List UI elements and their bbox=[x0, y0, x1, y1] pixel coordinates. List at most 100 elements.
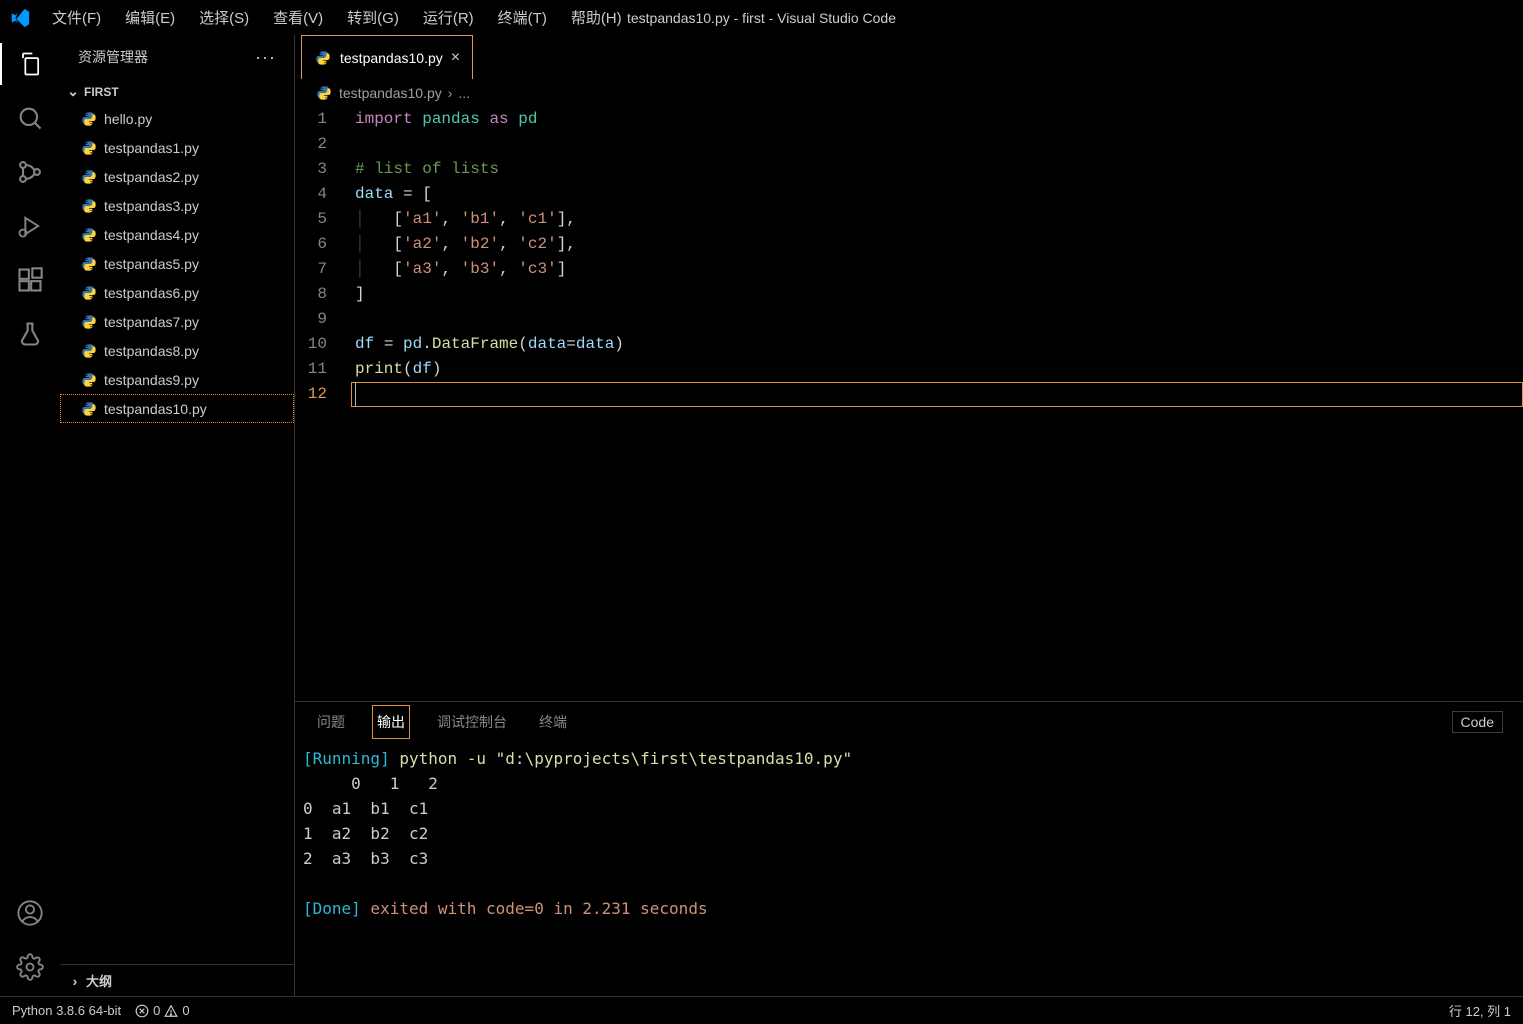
python-file-icon bbox=[80, 284, 98, 302]
output-row: 2 a3 b3 c3 bbox=[303, 846, 1515, 871]
file-item[interactable]: hello.py bbox=[60, 104, 294, 133]
panel-tab-debug[interactable]: 调试控制台 bbox=[435, 708, 509, 736]
file-name: testpandas10.py bbox=[104, 401, 207, 417]
status-errors-count: 0 bbox=[153, 1003, 160, 1018]
panel-tab-problems[interactable]: 问题 bbox=[315, 708, 347, 736]
breadcrumb-file: testpandas10.py bbox=[339, 85, 442, 101]
output-channel-dropdown[interactable]: Code bbox=[1452, 711, 1503, 733]
output-done-msg: exited with code=0 in 2.231 seconds bbox=[361, 899, 708, 918]
menu-view[interactable]: 查看(V) bbox=[263, 3, 333, 32]
breadcrumb-sep: › bbox=[448, 85, 453, 101]
sidebar-folder-name: FIRST bbox=[84, 85, 119, 99]
chevron-right-icon: › bbox=[68, 973, 82, 989]
explorer-sidebar: 资源管理器 ··· ⌄ FIRST hello.py testpandas1.py… bbox=[60, 35, 295, 996]
file-name: testpandas1.py bbox=[104, 140, 199, 156]
output-body[interactable]: [Running] python -u "d:\pyprojects\first… bbox=[295, 742, 1523, 996]
python-file-icon bbox=[80, 226, 98, 244]
output-running-label: [Running] bbox=[303, 749, 390, 768]
python-file-icon bbox=[80, 371, 98, 389]
python-file-icon bbox=[80, 255, 98, 273]
menu-go[interactable]: 转到(G) bbox=[337, 3, 409, 32]
explorer-icon[interactable] bbox=[13, 47, 47, 81]
editor-area: testpandas10.py × testpandas10.py › ... … bbox=[295, 35, 1523, 996]
menu-edit[interactable]: 编辑(E) bbox=[115, 3, 185, 32]
file-name: testpandas8.py bbox=[104, 343, 199, 359]
file-name: testpandas2.py bbox=[104, 169, 199, 185]
activity-bar bbox=[0, 35, 60, 996]
file-item[interactable]: testpandas8.py bbox=[60, 336, 294, 365]
close-icon[interactable]: × bbox=[451, 49, 460, 67]
run-debug-icon[interactable] bbox=[13, 209, 47, 243]
output-header-row: 0 1 2 bbox=[303, 774, 438, 793]
file-item[interactable]: testpandas5.py bbox=[60, 249, 294, 278]
python-file-icon bbox=[80, 342, 98, 360]
breadcrumb[interactable]: testpandas10.py › ... bbox=[295, 79, 1523, 107]
file-item[interactable]: testpandas9.py bbox=[60, 365, 294, 394]
status-python[interactable]: Python 3.8.6 64-bit bbox=[12, 1003, 121, 1018]
output-running-cmd: python -u "d:\pyprojects\first\testpanda… bbox=[390, 749, 852, 768]
menu-help[interactable]: 帮助(H) bbox=[561, 3, 632, 32]
file-item[interactable]: testpandas6.py bbox=[60, 278, 294, 307]
status-bar: Python 3.8.6 64-bit 0 0 行 12, 列 1 bbox=[0, 996, 1523, 1024]
testing-icon[interactable] bbox=[13, 317, 47, 351]
file-name: testpandas3.py bbox=[104, 198, 199, 214]
python-file-icon bbox=[80, 400, 98, 418]
panel-tabs: 问题 输出 调试控制台 终端 Code bbox=[295, 702, 1523, 742]
sidebar-header: 资源管理器 ··· bbox=[60, 35, 294, 79]
output-done-label: [Done] bbox=[303, 899, 361, 918]
file-item[interactable]: testpandas2.py bbox=[60, 162, 294, 191]
file-item[interactable]: testpandas3.py bbox=[60, 191, 294, 220]
file-name: testpandas7.py bbox=[104, 314, 199, 330]
account-icon[interactable] bbox=[13, 896, 47, 930]
status-cursor-position[interactable]: 行 12, 列 1 bbox=[1449, 1001, 1511, 1020]
editor-tabs: testpandas10.py × bbox=[295, 35, 1523, 79]
file-item[interactable]: testpandas7.py bbox=[60, 307, 294, 336]
menu-select[interactable]: 选择(S) bbox=[189, 3, 259, 32]
source-control-icon[interactable] bbox=[13, 155, 47, 189]
menu-terminal[interactable]: 终端(T) bbox=[488, 3, 557, 32]
chevron-down-icon: ⌄ bbox=[66, 83, 80, 100]
python-file-icon bbox=[80, 313, 98, 331]
python-file-icon bbox=[315, 84, 333, 102]
file-name: testpandas6.py bbox=[104, 285, 199, 301]
status-problems[interactable]: 0 0 bbox=[135, 1003, 189, 1018]
vscode-logo-icon bbox=[8, 6, 32, 30]
breadcrumb-more: ... bbox=[458, 85, 470, 101]
panel-tab-terminal[interactable]: 终端 bbox=[537, 708, 569, 736]
python-file-icon bbox=[314, 49, 332, 67]
code-editor[interactable]: 123456789101112 import pandas as pd # li… bbox=[295, 107, 1523, 701]
sidebar-folder-header[interactable]: ⌄ FIRST bbox=[60, 79, 294, 104]
file-name: testpandas5.py bbox=[104, 256, 199, 272]
settings-gear-icon[interactable] bbox=[13, 950, 47, 984]
bottom-panel: 问题 输出 调试控制台 终端 Code [Running] python -u … bbox=[295, 701, 1523, 996]
panel-tab-output[interactable]: 输出 bbox=[375, 708, 407, 736]
file-item[interactable]: testpandas1.py bbox=[60, 133, 294, 162]
title-bar: 文件(F) 编辑(E) 选择(S) 查看(V) 转到(G) 运行(R) 终端(T… bbox=[0, 0, 1523, 35]
tab-label: testpandas10.py bbox=[340, 50, 443, 66]
sidebar-outline-header[interactable]: › 大纲 bbox=[60, 964, 294, 996]
search-icon[interactable] bbox=[13, 101, 47, 135]
window-title: testpandas10.py - first - Visual Studio … bbox=[627, 10, 896, 26]
menu-run[interactable]: 运行(R) bbox=[413, 3, 484, 32]
file-name: testpandas9.py bbox=[104, 372, 199, 388]
extensions-icon[interactable] bbox=[13, 263, 47, 297]
output-row: 1 a2 b2 c2 bbox=[303, 821, 1515, 846]
sidebar-more-icon[interactable]: ··· bbox=[255, 47, 276, 68]
line-gutter: 123456789101112 bbox=[295, 107, 351, 701]
menu-file[interactable]: 文件(F) bbox=[42, 3, 111, 32]
sidebar-outline-label: 大纲 bbox=[86, 971, 112, 990]
python-file-icon bbox=[80, 197, 98, 215]
python-file-icon bbox=[80, 168, 98, 186]
python-file-icon bbox=[80, 139, 98, 157]
file-item[interactable]: testpandas4.py bbox=[60, 220, 294, 249]
python-file-icon bbox=[80, 110, 98, 128]
tab-testpandas10[interactable]: testpandas10.py × bbox=[301, 35, 473, 79]
file-name: hello.py bbox=[104, 111, 152, 127]
file-item[interactable]: testpandas10.py bbox=[60, 394, 294, 423]
file-list: hello.py testpandas1.py testpandas2.py test… bbox=[60, 104, 294, 964]
file-name: testpandas4.py bbox=[104, 227, 199, 243]
sidebar-title: 资源管理器 bbox=[78, 47, 255, 67]
code-lines[interactable]: import pandas as pd # list of lists data… bbox=[351, 107, 1523, 701]
output-row: 0 a1 b1 c1 bbox=[303, 796, 1515, 821]
status-warnings-count: 0 bbox=[182, 1003, 189, 1018]
